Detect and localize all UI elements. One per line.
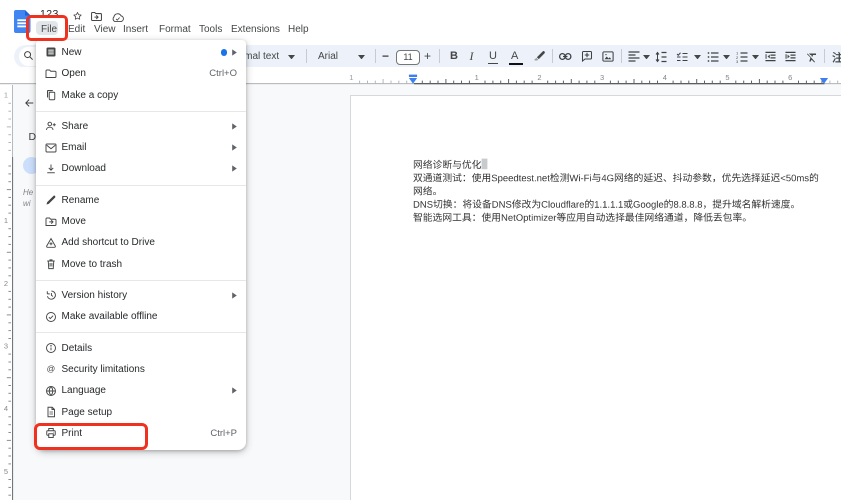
svg-text:1: 1 bbox=[475, 73, 479, 82]
svg-text:1: 1 bbox=[4, 216, 8, 225]
svg-text:5: 5 bbox=[725, 73, 729, 82]
svg-text:2: 2 bbox=[537, 73, 541, 82]
svg-text:3: 3 bbox=[600, 73, 604, 82]
svg-text:5: 5 bbox=[4, 467, 8, 476]
svg-text:4: 4 bbox=[4, 404, 8, 413]
svg-text:1: 1 bbox=[349, 73, 353, 82]
svg-text:1: 1 bbox=[4, 91, 8, 100]
svg-text:3: 3 bbox=[4, 342, 8, 351]
svg-text:3: 3 bbox=[736, 59, 739, 63]
svg-text:@: @ bbox=[46, 364, 55, 374]
svg-text:2: 2 bbox=[4, 279, 8, 288]
svg-text:4: 4 bbox=[663, 73, 667, 82]
svg-text:6: 6 bbox=[788, 73, 792, 82]
